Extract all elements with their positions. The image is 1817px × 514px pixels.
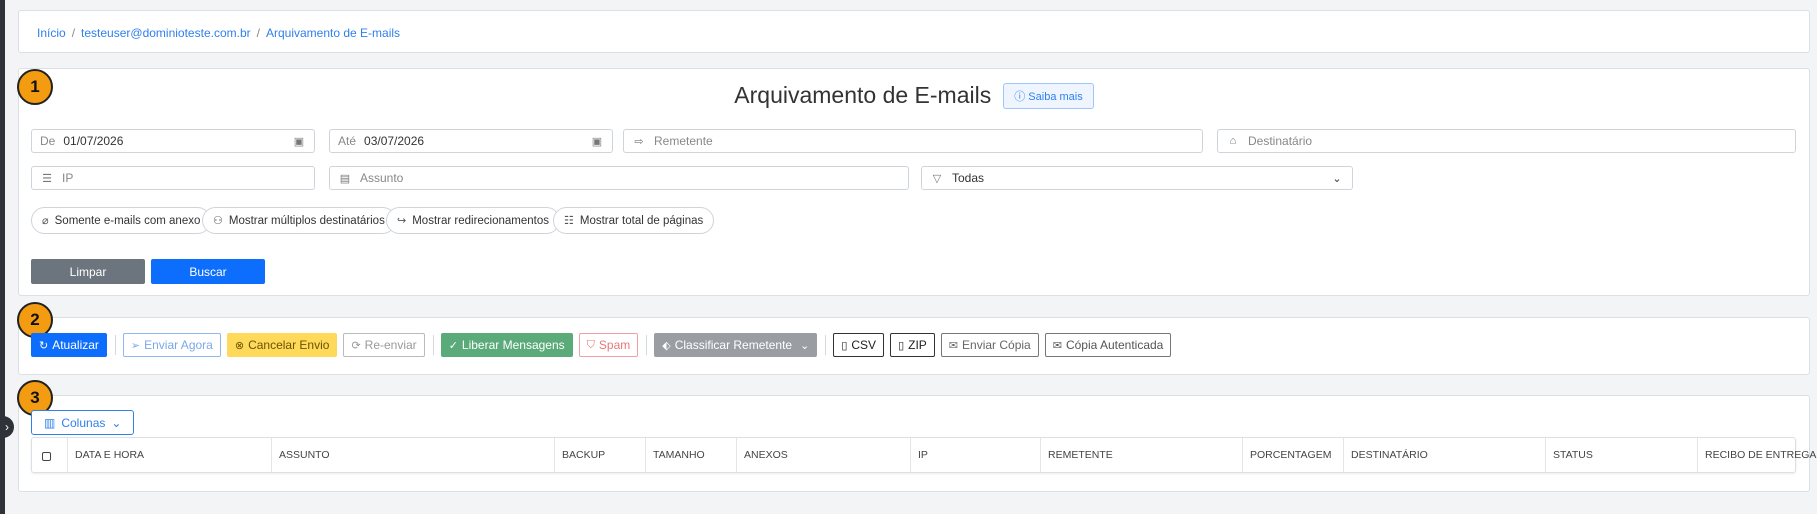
column-header-ip[interactable]: IP <box>911 438 1041 473</box>
column-header-subject[interactable]: ASSUNTO <box>272 438 555 473</box>
cancel-send-button[interactable]: ⊗ Cancelar Envio <box>226 333 338 357</box>
zip-export-button[interactable]: ▯ ZIP <box>890 333 935 357</box>
calendar-icon[interactable]: ▣ <box>292 135 306 148</box>
toggle-redirects[interactable]: ↪ Mostrar redirecionamentos <box>386 207 560 234</box>
recipient-input[interactable]: ⌂ Destinatário <box>1217 129 1796 153</box>
saiba-mais-button[interactable]: ⓘ Saiba mais <box>1003 82 1094 109</box>
subject-input[interactable]: ▤ Assunto <box>329 166 909 190</box>
subject-placeholder: Assunto <box>360 171 404 185</box>
page-title: Arquivamento de E-mails <box>734 82 992 108</box>
breadcrumb: Início / testeuser@dominioteste.com.br / Arq… <box>18 10 1810 53</box>
resend-icon: ⟳ <box>351 339 361 352</box>
column-header-status[interactable]: STATUS <box>1546 438 1698 473</box>
send-now-button[interactable]: ➢ Enviar Agora <box>122 333 221 357</box>
column-header-sender[interactable]: REMETENTE <box>1041 438 1243 473</box>
column-header-size[interactable]: TAMANHO <box>646 438 737 473</box>
paper-plane-icon: ➢ <box>130 339 141 352</box>
status-select-value: Todas <box>952 171 985 185</box>
status-select[interactable]: ▽ Todas ⌄ <box>921 166 1353 190</box>
date-to-value: 03/07/2026 <box>364 134 425 148</box>
toolbar-divider <box>825 335 827 355</box>
envelope-icon: ✉ <box>948 339 959 352</box>
search-button[interactable]: Buscar <box>151 259 265 284</box>
sidebar-toggle-chevron-icon[interactable]: › <box>0 416 14 438</box>
toolbar-divider <box>114 335 116 355</box>
clear-button[interactable]: Limpar <box>31 259 145 284</box>
date-from-value: 01/07/2026 <box>63 134 124 148</box>
chevron-down-icon: ⌄ <box>111 415 122 430</box>
shield-icon: ⛉ <box>586 338 595 351</box>
cancel-circle-icon: ⊗ <box>234 339 245 352</box>
breadcrumb-separator: / <box>256 26 260 40</box>
sender-input[interactable]: ⇨ Remetente <box>623 129 1203 153</box>
recipient-placeholder: Destinatário <box>1248 134 1313 148</box>
column-header-date[interactable]: DATA E HORA <box>68 438 272 473</box>
subject-icon: ▤ <box>339 172 351 185</box>
network-icon: ☰ <box>42 172 52 185</box>
filter-section: 1 Arquivamento de E-mails ⓘ Saiba mais D… <box>17 68 1810 296</box>
toolbar-buttons: ↻ Atualizar ➢ Enviar Agora ⊗ Cancelar Envio… <box>31 333 1177 357</box>
ip-input[interactable]: ☰ IP <box>31 166 315 190</box>
tag-icon: ⬖ <box>662 339 671 352</box>
resend-button[interactable]: ⟳ Re-enviar <box>343 333 425 357</box>
results-table: DATA E HORA ASSUNTO BACKUP TAMANHO ANEXO… <box>31 437 1816 473</box>
info-icon: ⓘ <box>1014 90 1026 103</box>
certified-mail-icon: ✉ <box>1052 339 1062 352</box>
date-from-label: De <box>40 134 56 148</box>
breadcrumb-account[interactable]: testeuser@dominioteste.com.br <box>81 26 251 40</box>
title-row: Arquivamento de E-mails ⓘ Saiba mais <box>19 82 1809 109</box>
column-header-percentage[interactable]: PORCENTAGEM <box>1243 438 1344 473</box>
csv-export-button[interactable]: ▯ CSV <box>833 333 885 357</box>
refresh-button[interactable]: ↻ Atualizar <box>31 333 107 357</box>
breadcrumb-home[interactable]: Início <box>37 26 66 40</box>
sender-placeholder: Remetente <box>654 134 713 148</box>
date-to-label: Até <box>338 134 357 148</box>
date-from-field[interactable]: De 01/07/2026 ▣ <box>31 129 315 153</box>
breadcrumb-separator: / <box>71 26 76 40</box>
chevron-down-icon: ⌄ <box>1332 172 1342 185</box>
toggle-multiple-recipients[interactable]: ⚇ Mostrar múltiplos destinatários <box>202 207 396 234</box>
columns-button[interactable]: ▥ Colunas ⌄ <box>31 410 135 435</box>
sender-icon: ⇨ <box>634 135 644 148</box>
authenticated-copy-button[interactable]: ✉ Cópia Autenticada <box>1044 333 1172 357</box>
actions-toolbar: 2 ↻ Atualizar ➢ Enviar Agora ⊗ Cancelar Env… <box>17 302 1810 375</box>
filter-icon: ▽ <box>932 172 942 185</box>
refresh-icon: ↻ <box>39 339 49 352</box>
file-csv-icon: ▯ <box>841 339 848 352</box>
column-header-delivery-receipt[interactable]: RECIBO DE ENTREGA <box>1698 438 1816 473</box>
toggle-total-pages[interactable]: ☷ Mostrar total de páginas <box>553 207 715 234</box>
results-section: 3 ▥ Colunas ⌄ DATA E HORA ASSUNTO BACKUP… <box>17 380 1816 492</box>
toolbar-divider <box>646 335 648 355</box>
column-header-recipient[interactable]: DESTINATÁRIO <box>1344 438 1546 473</box>
check-circle-icon: ✓ <box>448 339 458 352</box>
classify-sender-button[interactable]: ⬖ Classificar Remetente ⌄ <box>654 333 818 357</box>
column-header-backup[interactable]: BACKUP <box>555 438 646 473</box>
ip-placeholder: IP <box>62 171 74 185</box>
select-all-checkbox[interactable] <box>42 452 51 461</box>
breadcrumb-current[interactable]: Arquivamento de E-mails <box>266 26 400 40</box>
file-zip-icon: ▯ <box>898 339 905 352</box>
spam-button[interactable]: ⛉ Spam <box>578 333 639 357</box>
date-to-field[interactable]: Até 03/07/2026 ▣ <box>329 129 613 153</box>
users-icon: ⚇ <box>213 215 223 227</box>
redirect-arrow-icon: ↪ <box>397 215 407 227</box>
toolbar-divider <box>432 335 434 355</box>
chevron-down-icon: ⌄ <box>800 339 810 352</box>
list-icon: ☷ <box>564 215 574 227</box>
paperclip-icon: ⌀ <box>42 215 49 227</box>
calendar-icon[interactable]: ▣ <box>590 135 604 148</box>
toggle-attachments-only[interactable]: ⌀ Somente e-mails com anexo <box>31 207 212 234</box>
select-all-header <box>32 438 68 473</box>
inbox-icon: ⌂ <box>1229 135 1237 147</box>
columns-icon: ▥ <box>44 415 56 430</box>
release-messages-button[interactable]: ✓ Liberar Mensagens <box>440 333 573 357</box>
send-copy-button[interactable]: ✉ Enviar Cópia <box>940 333 1039 357</box>
column-header-attachments[interactable]: ANEXOS <box>737 438 911 473</box>
